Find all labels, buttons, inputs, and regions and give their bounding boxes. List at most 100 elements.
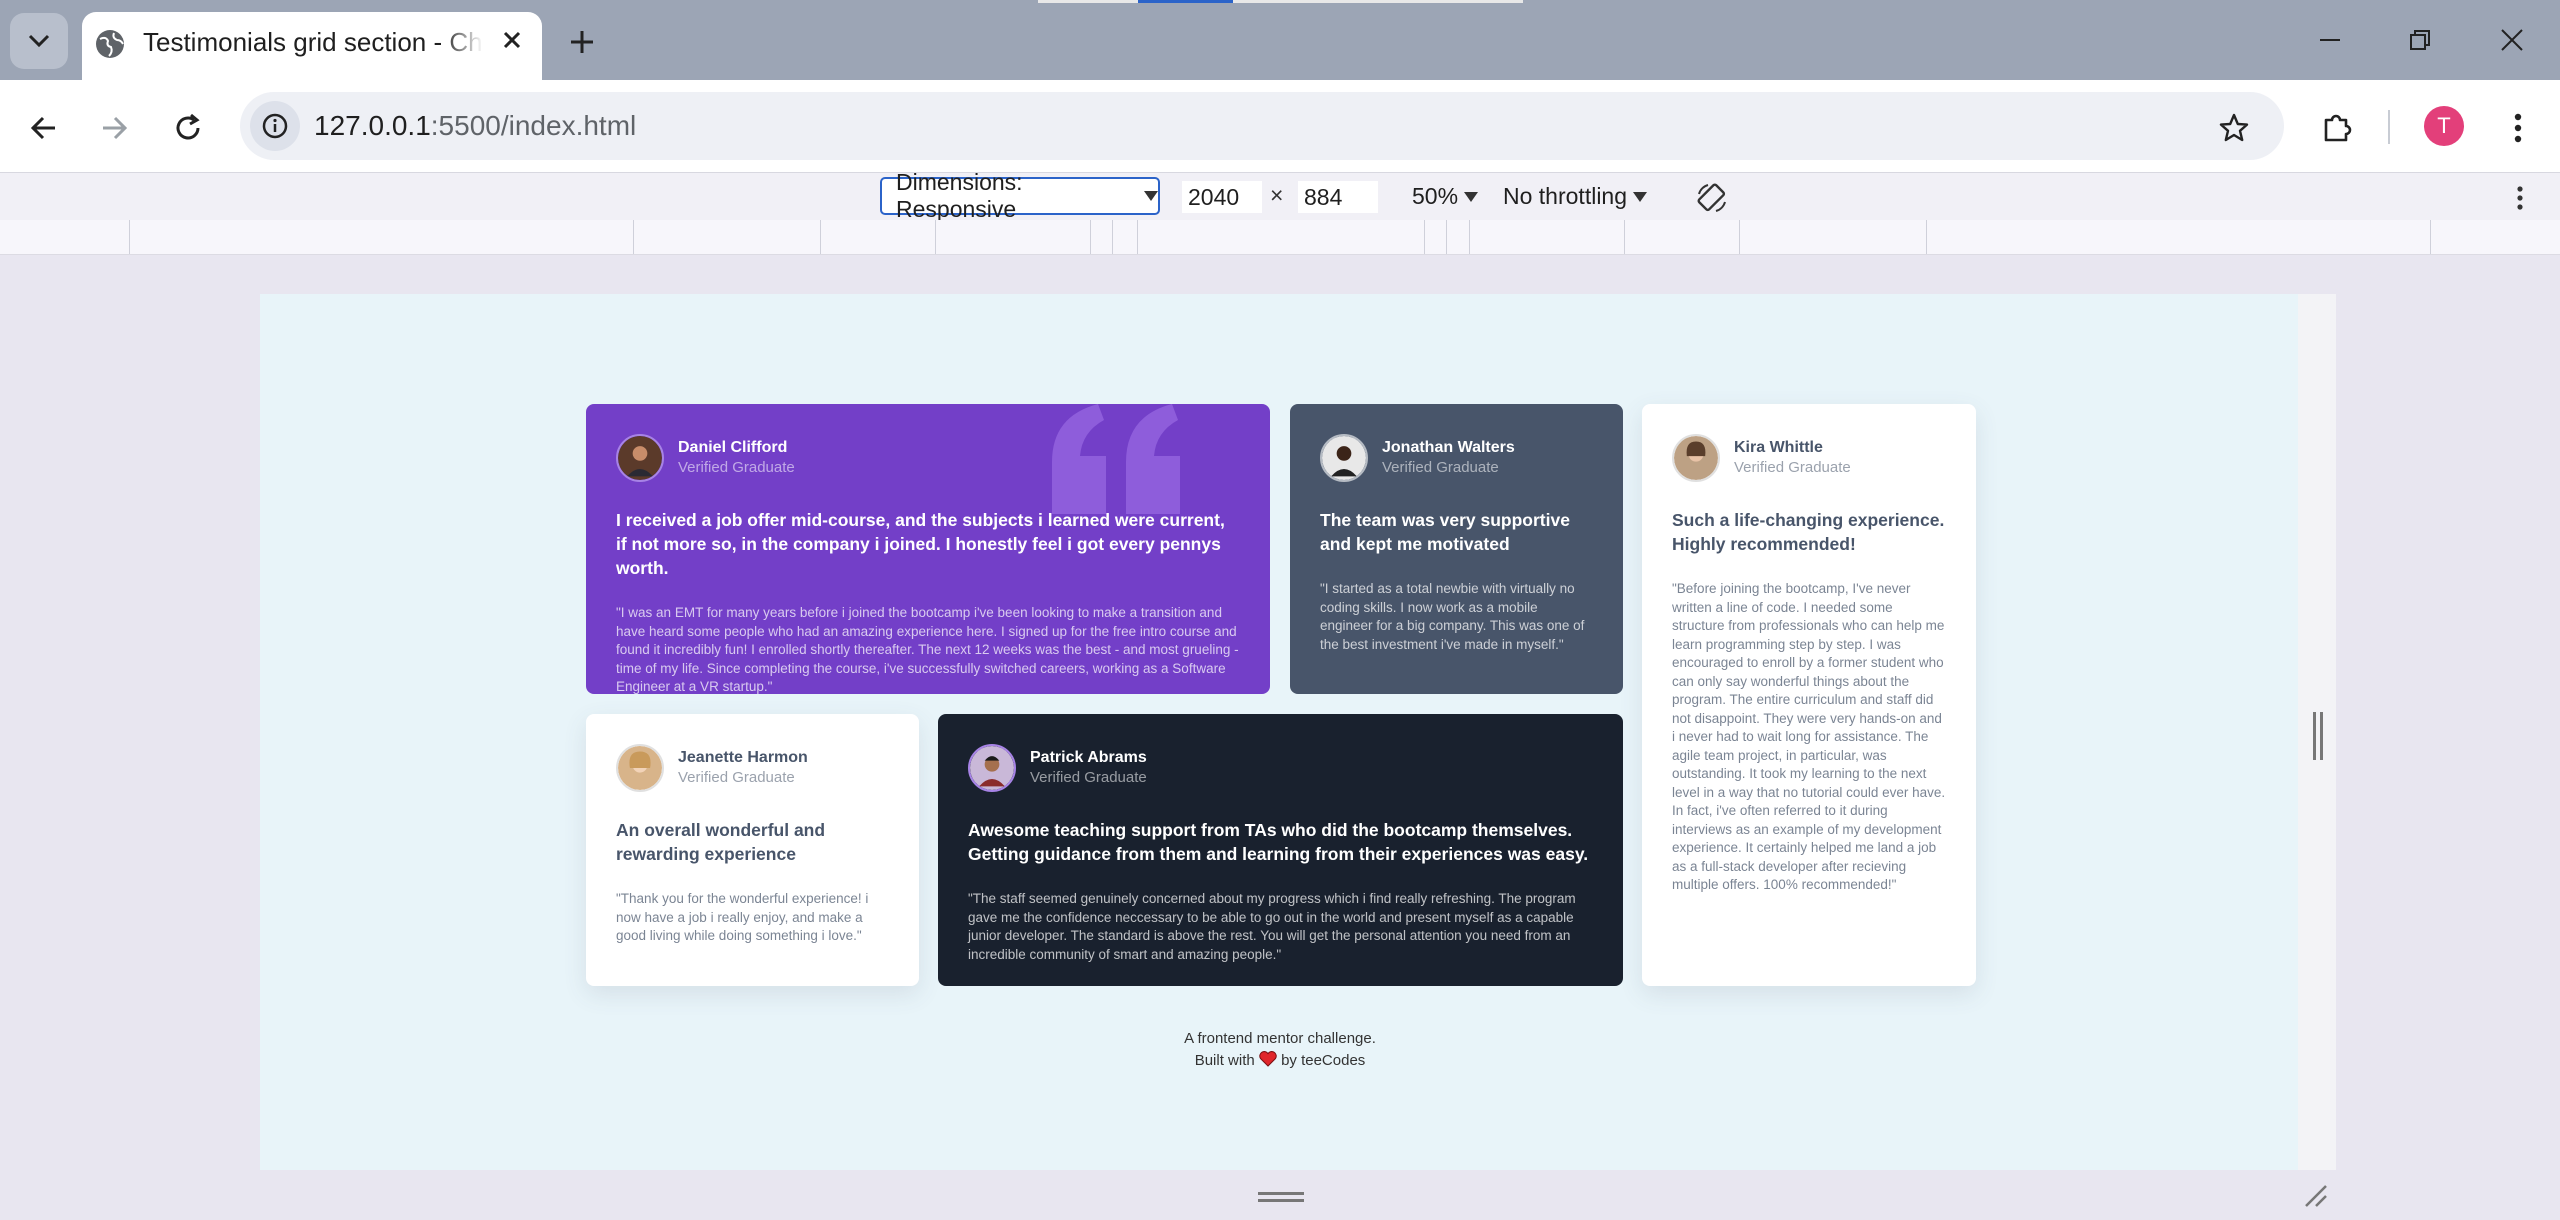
resize-corner-icon[interactable]: [2300, 1180, 2330, 1210]
puzzle-icon: [2324, 114, 2352, 142]
ruler-tick: [1624, 220, 1625, 254]
author-name: Patrick Abrams: [1030, 749, 1147, 766]
testimonial-headline: Such a life-changing experience. Highly …: [1672, 510, 1945, 554]
author-role: Verified Graduate: [678, 769, 795, 786]
star-icon: [2219, 113, 2249, 142]
rotate-icon: [1697, 183, 1726, 212]
testimonial-header: Daniel Clifford Verified Graduate: [616, 434, 1240, 482]
ruler-tick: [1739, 220, 1740, 254]
back-button[interactable]: [20, 104, 68, 152]
ruler-tick: [820, 220, 821, 254]
testimonial-header: Jonathan Walters Verified Graduate: [1320, 434, 1593, 482]
new-tab-button[interactable]: [560, 20, 604, 64]
bookmark-button[interactable]: [2210, 104, 2258, 152]
close-icon: [2501, 29, 2523, 51]
avatar: [616, 744, 664, 792]
testimonial-header: Kira Whittle Verified Graduate: [1672, 434, 1946, 482]
ruler-tick: [1090, 220, 1091, 254]
extensions-button[interactable]: [2312, 102, 2362, 152]
caret-down-icon: [1144, 191, 1158, 201]
testimonial-card: Daniel Clifford Verified Graduate I rece…: [586, 404, 1270, 694]
author-name: Jeanette Harmon: [678, 749, 808, 766]
chevron-down-icon: [28, 34, 50, 48]
forward-button[interactable]: [90, 104, 138, 152]
restore-icon: [2410, 30, 2430, 50]
throttling-select[interactable]: No throttling: [1503, 183, 1648, 210]
attribution: A frontend mentor challenge. Built with …: [260, 1028, 2300, 1072]
ruler-tick: [935, 220, 936, 254]
attribution-credit: Built with by teeCodes: [260, 1050, 2300, 1072]
zoom-value: 50%: [1412, 183, 1459, 209]
media-query-ruler[interactable]: [0, 220, 2560, 255]
avatar: [1672, 434, 1720, 482]
attribution-line: A frontend mentor challenge.: [1184, 1030, 1376, 1047]
built-with-text: Built with: [1194, 1052, 1255, 1069]
testimonial-body: "I started as a total newbie with virtua…: [1320, 581, 1585, 652]
minimize-button[interactable]: [2300, 10, 2360, 70]
ruler-tick: [1446, 220, 1447, 254]
testimonial-body: "Before joining the bootcamp, I've never…: [1672, 581, 1946, 892]
times-sign: ×: [1270, 182, 1284, 208]
tab-title: Testimonials grid section - Challenge: [143, 27, 483, 57]
throttling-value: No throttling: [1503, 183, 1628, 209]
testimonial-card: Jeanette Harmon Verified Graduate An ove…: [586, 714, 919, 986]
testimonial-body: "Thank you for the wonderful experience!…: [616, 891, 869, 943]
more-vertical-icon: [2514, 113, 2522, 143]
author-role: Verified Graduate: [678, 459, 795, 476]
testimonial-header: Jeanette Harmon Verified Graduate: [616, 744, 889, 792]
testimonial-headline: Awesome teaching support from TAs who di…: [968, 820, 1589, 864]
close-window-button[interactable]: [2482, 10, 2542, 70]
testimonial-card: Patrick Abrams Verified Graduate Awesome…: [938, 714, 1623, 986]
ruler-tick: [1112, 220, 1113, 254]
ruler-tick: [633, 220, 634, 254]
more-vertical-icon: [2517, 186, 2523, 210]
restore-button[interactable]: [2390, 10, 2450, 70]
avatar: [616, 434, 664, 482]
ruler-tick: [1926, 220, 1927, 254]
zoom-select[interactable]: 50%: [1412, 183, 1479, 210]
tab-search-button[interactable]: [10, 13, 68, 69]
url-path: :5500/index.html: [430, 110, 637, 141]
reload-icon: [176, 113, 200, 140]
author-name: Kira Whittle: [1734, 439, 1823, 456]
author-name: Jonathan Walters: [1382, 439, 1515, 456]
url-text[interactable]: 127.0.0.1:5500/index.html: [314, 108, 636, 144]
info-icon: [262, 113, 288, 139]
page-viewport: Daniel Clifford Verified Graduate I rece…: [260, 294, 2300, 1170]
heart-icon: [1259, 1051, 1277, 1067]
ruler-tick: [129, 220, 130, 254]
arrow-right-icon: [103, 116, 128, 140]
site-info-button[interactable]: [250, 101, 300, 151]
rotate-button[interactable]: [1692, 178, 1732, 218]
ruler-tick: [1137, 220, 1138, 254]
dimensions-select[interactable]: Dimensions: Responsive: [880, 169, 1160, 222]
author-name: Daniel Clifford: [678, 439, 788, 456]
close-icon: [503, 31, 521, 49]
reload-button[interactable]: [164, 104, 212, 152]
height-input[interactable]: [1298, 181, 1378, 213]
author-role: Verified Graduate: [1030, 769, 1147, 786]
plus-icon: [571, 31, 593, 53]
testimonial-headline: I received a job offer mid-course, and t…: [616, 510, 1225, 578]
resize-handle-bottom[interactable]: [1258, 1192, 1304, 1202]
browser-menu-button[interactable]: [2498, 104, 2538, 152]
dimensions-label: Dimensions: Responsive: [896, 169, 1023, 222]
author-role: Verified Graduate: [1734, 459, 1851, 476]
device-menu-button[interactable]: [2508, 180, 2532, 216]
resize-handle-right[interactable]: [2313, 712, 2323, 760]
url-host: 127.0.0.1: [314, 110, 431, 141]
testimonial-header: Patrick Abrams Verified Graduate: [968, 744, 1593, 792]
profile-avatar[interactable]: T: [2424, 106, 2464, 146]
loading-bar-segment: [1138, 0, 1233, 3]
ruler-tick: [1424, 220, 1425, 254]
testimonial-body: "I was an EMT for many years before i jo…: [616, 605, 1239, 694]
testimonial-card: Jonathan Walters Verified Graduate The t…: [1290, 404, 1623, 694]
author-role: Verified Graduate: [1382, 459, 1499, 476]
tab-close-button[interactable]: [494, 22, 530, 58]
author-credit: by teeCodes: [1281, 1052, 1366, 1069]
globe-icon: [96, 30, 124, 58]
width-input[interactable]: [1182, 181, 1262, 213]
caret-down-icon: [1633, 191, 1648, 202]
toolbar-divider: [2388, 110, 2390, 144]
loading-bar-segment: [1038, 0, 1138, 3]
